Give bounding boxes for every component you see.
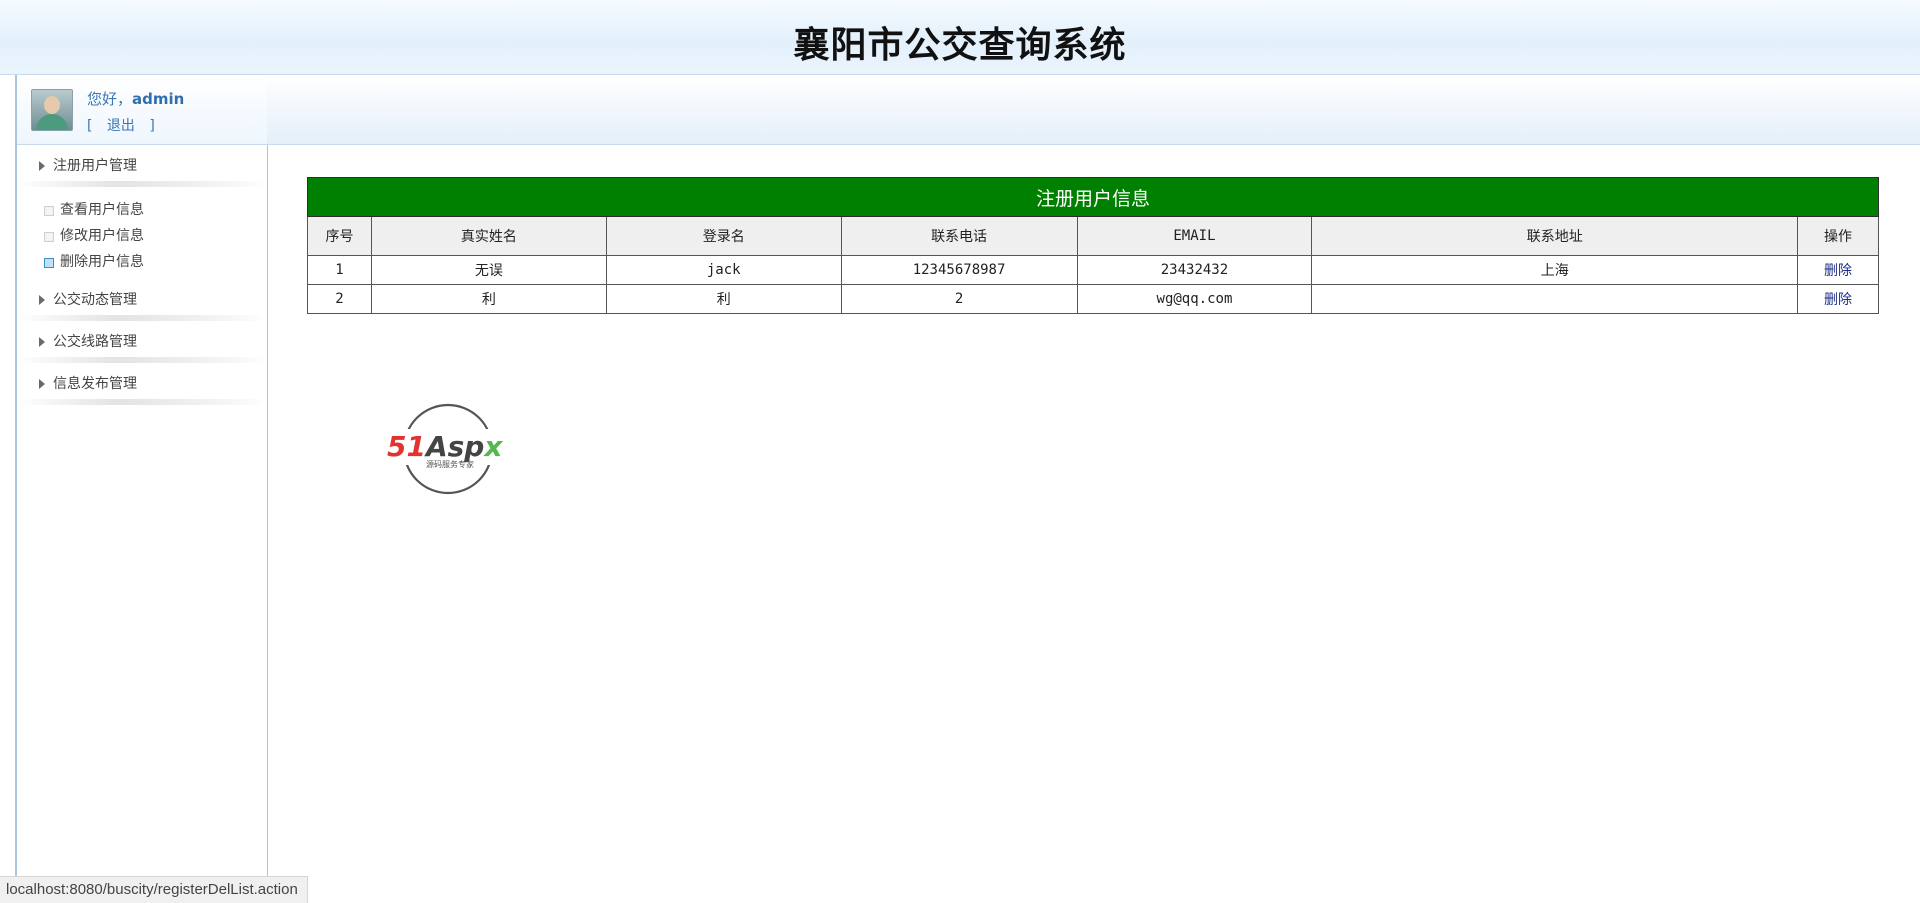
svg-text:51Aspx: 51Aspx: [387, 430, 503, 463]
column-header: 联系地址: [1311, 216, 1799, 256]
avatar: [31, 89, 73, 131]
sidebar: 您好，admin [ 退出 ] 注册用户管理 查看用户信息 修改用户信息 删除用…: [15, 75, 268, 902]
menu-group-label: 信息发布管理: [53, 376, 137, 392]
column-header: 联系电话: [840, 216, 1078, 256]
menu-item-label: 查看用户信息: [60, 202, 144, 218]
svg-text:源码服务专家: 源码服务专家: [426, 459, 474, 469]
caret-right-icon: [39, 379, 45, 389]
menu-group-user-management[interactable]: 注册用户管理: [17, 145, 267, 187]
column-header: 真实姓名: [370, 216, 607, 256]
username: admin: [132, 90, 185, 108]
square-bullet-icon: [44, 232, 54, 242]
user-panel: 您好，admin [ 退出 ]: [17, 75, 267, 145]
menu-group-label: 公交动态管理: [53, 292, 137, 308]
cell-email: 23432432: [1076, 255, 1313, 285]
logout-link[interactable]: 退出: [107, 118, 135, 134]
column-header: 操作: [1797, 216, 1879, 256]
delete-link[interactable]: 删除: [1824, 263, 1852, 279]
greeting: 您好，admin: [87, 88, 184, 109]
table-row: 2 利 利 2 wg@qq.com 删除: [307, 284, 1879, 314]
column-header: EMAIL: [1076, 216, 1313, 256]
menu-group-label: 注册用户管理: [53, 158, 137, 174]
menu-group-info-publish[interactable]: 信息发布管理: [17, 363, 267, 405]
column-header: 登录名: [605, 216, 842, 256]
content-header: [267, 75, 1920, 145]
user-table: 注册用户信息 序号 真实姓名 登录名 联系电话 EMAIL 联系地址 操作 1 …: [307, 177, 1879, 314]
delete-link[interactable]: 删除: [1824, 292, 1852, 308]
caret-right-icon: [39, 161, 45, 171]
logout-bracket-open: [: [87, 118, 93, 134]
logout-area: [ 退出 ]: [87, 115, 155, 135]
cell-address: 上海: [1311, 255, 1799, 285]
square-bullet-icon: [44, 206, 54, 216]
cell-id: 1: [307, 255, 372, 285]
menu-item-edit-users[interactable]: 修改用户信息: [17, 223, 267, 249]
table-row: 1 无误 jack 12345678987 23432432 上海 删除: [307, 255, 1879, 285]
menu-item-label: 修改用户信息: [60, 228, 144, 244]
cell-login: 利: [605, 284, 842, 314]
menu-item-label: 删除用户信息: [60, 254, 144, 270]
logout-bracket-close: ]: [149, 118, 155, 134]
column-header: 序号: [307, 216, 372, 256]
cell-email: wg@qq.com: [1076, 284, 1313, 314]
sidebar-menu: 注册用户管理 查看用户信息 修改用户信息 删除用户信息 公交动态管理 公交线路管…: [17, 145, 267, 405]
submenu-user-management: 查看用户信息 修改用户信息 删除用户信息: [17, 187, 267, 279]
cell-action: 删除: [1797, 284, 1879, 314]
top-banner: 襄阳市公交查询系统: [0, 0, 1920, 75]
greeting-text: 您好，: [87, 90, 133, 108]
cell-phone: 12345678987: [840, 255, 1078, 285]
menu-item-delete-users[interactable]: 删除用户信息: [17, 249, 267, 275]
menu-group-bus-routes[interactable]: 公交线路管理: [17, 321, 267, 363]
table-caption: 注册用户信息: [307, 177, 1879, 217]
cell-action: 删除: [1797, 255, 1879, 285]
caret-right-icon: [39, 337, 45, 347]
menu-group-bus-news[interactable]: 公交动态管理: [17, 279, 267, 321]
51aspx-logo: 51Aspx 源码服务专家: [386, 403, 512, 495]
cell-login: jack: [605, 255, 842, 285]
menu-item-view-users[interactable]: 查看用户信息: [17, 197, 267, 223]
status-bar-url: localhost:8080/buscity/registerDelList.a…: [0, 876, 308, 903]
cell-real-name: 无误: [370, 255, 607, 285]
caret-right-icon: [39, 295, 45, 305]
cell-phone: 2: [840, 284, 1078, 314]
menu-group-label: 公交线路管理: [53, 334, 137, 350]
cell-real-name: 利: [370, 284, 607, 314]
user-table-container: 注册用户信息 序号 真实姓名 登录名 联系电话 EMAIL 联系地址 操作 1 …: [307, 177, 1879, 314]
cell-id: 2: [307, 284, 372, 314]
cell-address: [1311, 284, 1799, 314]
square-bullet-icon: [44, 258, 54, 268]
table-header-row: 序号 真实姓名 登录名 联系电话 EMAIL 联系地址 操作: [307, 216, 1879, 256]
page-title: 襄阳市公交查询系统: [793, 25, 1127, 66]
